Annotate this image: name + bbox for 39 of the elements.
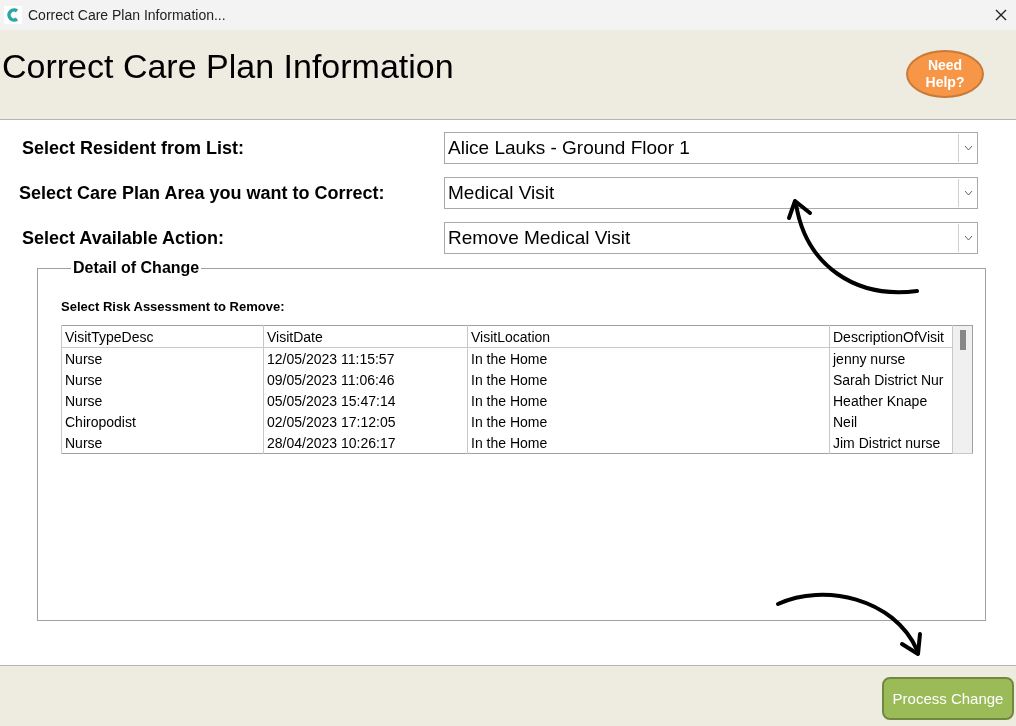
caret-icon	[963, 190, 973, 196]
table-cell: Nurse	[61, 369, 264, 390]
table-cell: Sarah District Nur	[829, 369, 953, 390]
table-cell: Chiropodist	[61, 411, 264, 432]
table-cell: Nurse	[61, 390, 264, 411]
dropdown[interactable]: Medical Visit	[444, 177, 978, 209]
table-cell: jenny nurse	[829, 347, 953, 369]
dropdown[interactable]: Alice Lauks - Ground Floor 1	[444, 132, 978, 164]
data-table[interactable]	[61, 325, 973, 454]
table-cell: 09/05/2023 11:06:46	[263, 369, 468, 390]
app-logo-icon	[4, 6, 22, 24]
close-icon	[994, 8, 1008, 22]
table-cell: Neil	[829, 411, 953, 432]
table-cell: 05/05/2023 15:47:14	[263, 390, 468, 411]
column-header[interactable]: VisitDate	[263, 325, 468, 348]
list-label: Select Risk Assessment to Remove:	[61, 299, 286, 314]
field-label: Select Available Action:	[21, 227, 226, 249]
caret-icon	[963, 145, 973, 151]
group-title: Detail of Change	[72, 259, 201, 277]
table-cell: 12/05/2023 11:15:57	[263, 347, 468, 369]
table-cell: Nurse	[61, 347, 264, 369]
table-cell: In the Home	[467, 411, 830, 432]
column-header[interactable]: VisitLocation	[467, 325, 830, 348]
table-cell: In the Home	[467, 390, 830, 411]
table-cell: In the Home	[467, 432, 830, 454]
window-title: Correct Care Plan Information...	[28, 7, 227, 23]
table-cell: 02/05/2023 17:12:05	[263, 411, 468, 432]
table-cell: In the Home	[467, 369, 830, 390]
table-cell: In the Home	[467, 347, 830, 369]
page-title: Correct Care Plan Information	[2, 47, 454, 86]
dropdown[interactable]: Remove Medical Visit	[444, 222, 978, 254]
table-cell: Nurse	[61, 432, 264, 454]
table-cell: Heather Knape	[829, 390, 953, 411]
field-label: Select Resident from List:	[21, 137, 246, 159]
column-header[interactable]: VisitTypeDesc	[61, 325, 264, 348]
caret-icon	[963, 235, 973, 241]
table-cell: Jim District nurse	[829, 432, 953, 454]
field-label: Select Care Plan Area you want to Correct:	[18, 182, 386, 204]
table-cell: 28/04/2023 10:26:17	[263, 432, 468, 454]
